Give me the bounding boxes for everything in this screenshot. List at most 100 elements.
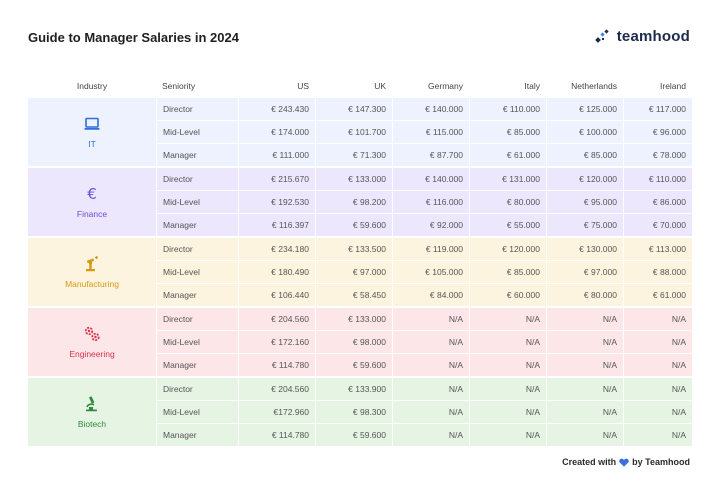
salary-cell: € 98.000 <box>315 331 392 353</box>
salary-cell: N/A <box>469 401 546 423</box>
seniority-cell: Manager <box>156 284 238 306</box>
salary-cell: € 110.000 <box>469 98 546 120</box>
heart-icon <box>619 458 629 467</box>
salary-cell: € 133.900 <box>315 378 392 400</box>
salary-cell: € 59.600 <box>315 424 392 446</box>
salary-cell: N/A <box>392 354 469 376</box>
seniority-cell: Manager <box>156 354 238 376</box>
table-row: Mid-Level € 192.530 € 98.200 € 116.000 € 80.… <box>156 190 692 213</box>
header-us: US <box>297 81 309 91</box>
footer-credit: Created with by Teamhood <box>562 457 690 467</box>
salary-cell: € 60.000 <box>469 284 546 306</box>
salary-cell: € 180.490 <box>238 261 315 283</box>
table-header: Industry Seniority US UK Germany Italy N… <box>28 76 692 96</box>
table-row: Director € 204.560 € 133.900 N/A N/A N/A N/A <box>156 378 692 400</box>
salary-cell: € 86.000 <box>623 191 692 213</box>
industry-rows: Director € 204.560 € 133.900 N/A N/A N/A N/A Mi… <box>156 378 692 446</box>
salary-cell: € 70.000 <box>623 214 692 236</box>
salary-cell: € 116.000 <box>392 191 469 213</box>
header-uk: UK <box>374 81 386 91</box>
industry-group: Manufacturing Director € 234.180 € 133.500 €… <box>28 238 692 306</box>
salary-cell: € 114.780 <box>238 424 315 446</box>
header-netherlands: Netherlands <box>571 81 617 91</box>
footer-prefix: Created with <box>562 457 617 467</box>
table-row: Mid-Level € 180.490 € 97.000 € 105.000 € 85.… <box>156 260 692 283</box>
industry-label: IT <box>88 139 96 149</box>
salary-cell: € 172.160 <box>238 331 315 353</box>
seniority-cell: Director <box>156 98 238 120</box>
industry-cell: IT <box>28 98 156 166</box>
salary-cell: N/A <box>546 308 623 330</box>
seniority-cell: Manager <box>156 144 238 166</box>
teamhood-logo-icon <box>594 28 609 43</box>
salary-cell: € 61.000 <box>623 284 692 306</box>
salary-cell: € 111.000 <box>238 144 315 166</box>
salary-cell: € 59.600 <box>315 214 392 236</box>
salary-cell: € 80.000 <box>546 284 623 306</box>
salary-cell: € 100.000 <box>546 121 623 143</box>
salary-cell: € 113.000 <box>623 238 692 260</box>
table-row: Manager € 114.780 € 59.600 N/A N/A N/A N/A <box>156 353 692 376</box>
salary-cell: N/A <box>546 331 623 353</box>
salary-cell: € 95.000 <box>546 191 623 213</box>
salary-cell: € 85.000 <box>546 144 623 166</box>
seniority-cell: Director <box>156 238 238 260</box>
table-row: Director € 243.430 € 147.300 € 140.000 € 110… <box>156 98 692 120</box>
salary-cell: N/A <box>546 354 623 376</box>
salary-cell: € 97.000 <box>546 261 623 283</box>
salary-cell: € 130.000 <box>546 238 623 260</box>
salary-cell: N/A <box>392 378 469 400</box>
salary-cell: € 106.440 <box>238 284 315 306</box>
svg-text:€: € <box>87 185 97 203</box>
salary-cell: N/A <box>469 424 546 446</box>
salary-cell: € 59.600 <box>315 354 392 376</box>
salary-cell: € 140.000 <box>392 168 469 190</box>
salary-cell: € 133.000 <box>315 308 392 330</box>
seniority-cell: Director <box>156 308 238 330</box>
salary-cell: € 204.560 <box>238 308 315 330</box>
salary-cell: N/A <box>546 378 623 400</box>
salary-cell: € 120.000 <box>469 238 546 260</box>
salary-cell: € 97.000 <box>315 261 392 283</box>
salary-cell: N/A <box>623 331 692 353</box>
salary-cell: € 85.000 <box>469 121 546 143</box>
euro-icon: € <box>83 185 101 203</box>
industry-group: Engineering Director € 204.560 € 133.000 N/A… <box>28 308 692 376</box>
brand-logo[interactable]: teamhood <box>594 28 690 45</box>
salary-cell: € 110.000 <box>623 168 692 190</box>
salary-cell: € 58.450 <box>315 284 392 306</box>
industry-rows: Director € 234.180 € 133.500 € 119.000 € 120… <box>156 238 692 306</box>
salary-cell: N/A <box>546 424 623 446</box>
salary-cell: N/A <box>623 424 692 446</box>
seniority-cell: Director <box>156 168 238 190</box>
table-row: Mid-Level € 174.000 € 101.700 € 115.000 € 85… <box>156 120 692 143</box>
salary-cell: € 61.000 <box>469 144 546 166</box>
table-row: Mid-Level € 172.160 € 98.000 N/A N/A N/A N/A <box>156 330 692 353</box>
salary-cell: € 133.000 <box>315 168 392 190</box>
salary-cell: N/A <box>623 378 692 400</box>
seniority-cell: Manager <box>156 214 238 236</box>
table-row: Manager € 114.780 € 59.600 N/A N/A N/A N/A <box>156 423 692 446</box>
seniority-cell: Manager <box>156 424 238 446</box>
salary-cell: € 98.200 <box>315 191 392 213</box>
industry-label: Engineering <box>69 349 115 359</box>
salary-cell: N/A <box>546 401 623 423</box>
laptop-icon <box>83 115 101 133</box>
salary-cell: N/A <box>469 331 546 353</box>
table-row: Manager € 111.000 € 71.300 € 87.700 € 61.000… <box>156 143 692 166</box>
industry-label: Biotech <box>77 419 107 429</box>
salary-cell: € 114.780 <box>238 354 315 376</box>
table-row: Manager € 116.397 € 59.600 € 92.000 € 55.000… <box>156 213 692 236</box>
salary-cell: € 84.000 <box>392 284 469 306</box>
salary-cell: € 92.000 <box>392 214 469 236</box>
salary-cell: € 192.530 <box>238 191 315 213</box>
salary-cell: € 204.560 <box>238 378 315 400</box>
salary-cell: N/A <box>623 354 692 376</box>
footer-suffix: by Teamhood <box>632 457 690 467</box>
industry-cell: € Finance <box>28 168 156 236</box>
salary-cell: € 101.700 <box>315 121 392 143</box>
salary-cell: € 87.700 <box>392 144 469 166</box>
salary-cell: € 117.000 <box>623 98 692 120</box>
salary-cell: €172.960 <box>238 401 315 423</box>
salary-table: Industry Seniority US UK Germany Italy N… <box>28 76 692 446</box>
